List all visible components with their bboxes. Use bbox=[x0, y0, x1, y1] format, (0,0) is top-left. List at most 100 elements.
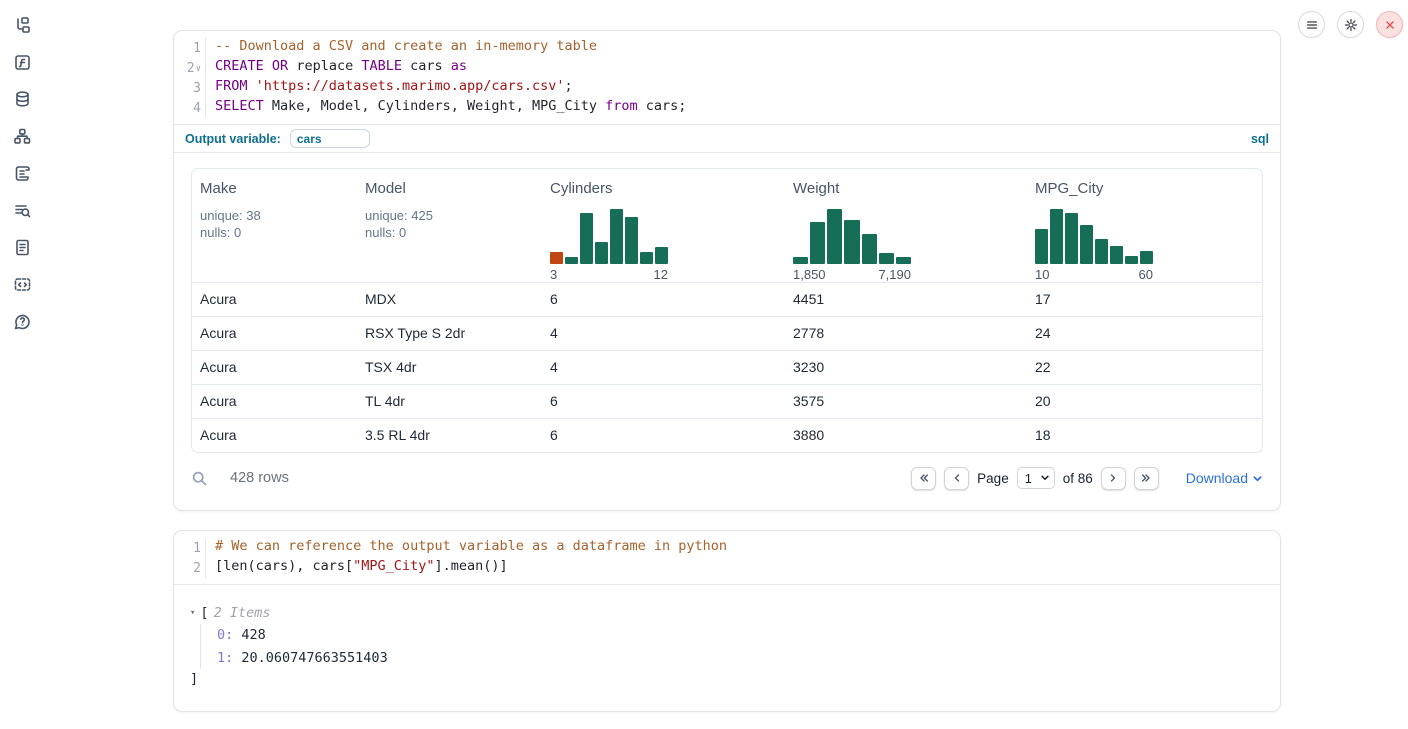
table-cell: 20 bbox=[1027, 385, 1263, 418]
download-label: Download bbox=[1186, 470, 1248, 486]
data-table: Makeunique: 38nulls: 0Modelunique: 425nu… bbox=[191, 168, 1263, 453]
sql-output-area: Makeunique: 38nulls: 0Modelunique: 425nu… bbox=[174, 168, 1280, 496]
histogram-bar bbox=[1080, 225, 1093, 264]
column-header-Make[interactable]: Makeunique: 38nulls: 0 bbox=[192, 169, 357, 282]
sidebar-documentation-icon[interactable] bbox=[12, 237, 32, 257]
next-page-button[interactable] bbox=[1101, 467, 1126, 490]
table-cell: 3230 bbox=[785, 351, 1027, 384]
histogram-bar bbox=[896, 257, 911, 264]
table-cell: Acura bbox=[192, 317, 357, 350]
row-count: 428 rows bbox=[230, 470, 289, 486]
code-line[interactable]: SELECT Make, Model, Cylinders, Weight, M… bbox=[215, 98, 1280, 118]
datasources-icon bbox=[13, 90, 32, 109]
sidebar-file-explorer-icon[interactable] bbox=[12, 15, 32, 35]
table-cell: 2778 bbox=[785, 317, 1027, 350]
last-page-button[interactable] bbox=[1134, 467, 1159, 490]
column-header-Model[interactable]: Modelunique: 425nulls: 0 bbox=[357, 169, 542, 282]
sidebar-scratchpad-icon[interactable] bbox=[12, 163, 32, 183]
output-variable-label: Output variable: bbox=[185, 132, 281, 146]
table-cell: MDX bbox=[357, 283, 542, 316]
sidebar-snippets-icon[interactable] bbox=[12, 274, 32, 294]
chevron-down-icon bbox=[1040, 473, 1050, 483]
sidebar-variables-icon[interactable] bbox=[12, 52, 32, 72]
histogram-bar bbox=[565, 257, 578, 264]
chevrons-right-icon bbox=[1140, 472, 1152, 484]
column-header-Weight[interactable]: Weight1,8507,190 bbox=[785, 169, 1027, 282]
code-token: from bbox=[605, 98, 638, 114]
python-output-area: ▾ [ 2 Items 0: 4281: 20.060747663551403 … bbox=[174, 585, 1280, 689]
settings-button[interactable] bbox=[1337, 11, 1364, 38]
column-header-MPG_City[interactable]: MPG_City1060 bbox=[1027, 169, 1263, 282]
table-row[interactable]: Acura3.5 RL 4dr6388018 bbox=[192, 418, 1262, 452]
table-row[interactable]: AcuraTL 4dr6357520 bbox=[192, 384, 1262, 418]
code-line[interactable]: FROM 'https://datasets.marimo.app/cars.c… bbox=[215, 78, 1280, 98]
table-row[interactable]: AcuraTSX 4dr4323022 bbox=[192, 350, 1262, 384]
histogram-range-labels: 312 bbox=[550, 267, 668, 282]
table-row[interactable]: AcuraRSX Type S 2dr4277824 bbox=[192, 316, 1262, 350]
histogram-bar bbox=[1065, 213, 1078, 264]
prev-page-button[interactable] bbox=[944, 467, 969, 490]
python-cell: 12 # We can reference the output variable… bbox=[173, 530, 1281, 712]
table-header-row: Makeunique: 38nulls: 0Modelunique: 425nu… bbox=[192, 169, 1262, 282]
tree-items-count: 2 Items bbox=[214, 605, 271, 621]
code-token: 'https://datasets.marimo.app/cars.csv' bbox=[256, 78, 565, 94]
table-row[interactable]: AcuraMDX6445117 bbox=[192, 282, 1262, 316]
fold-chevron-icon[interactable]: ∨ bbox=[196, 64, 201, 74]
output-variable-input[interactable] bbox=[290, 129, 370, 148]
dependency-graph-icon bbox=[13, 127, 32, 146]
table-footer: 428 rows Page 1 of 86 bbox=[191, 460, 1263, 496]
collapse-chevron-icon[interactable]: ▾ bbox=[190, 608, 195, 618]
histogram-bar bbox=[827, 209, 842, 264]
table-body: AcuraMDX6445117AcuraRSX Type S 2dr427782… bbox=[192, 282, 1262, 452]
sidebar-dependency-graph-icon[interactable] bbox=[12, 126, 32, 146]
code-token: as bbox=[451, 58, 467, 74]
snippets-icon bbox=[13, 275, 32, 294]
histogram-bar bbox=[610, 209, 623, 264]
line-number: 4 bbox=[193, 98, 201, 118]
python-gutter: 12 bbox=[174, 538, 206, 578]
sql-gutter: 12∨34 bbox=[174, 38, 206, 118]
histogram-bar bbox=[550, 252, 563, 264]
column-histogram[interactable] bbox=[793, 209, 911, 264]
table-cell: 17 bbox=[1027, 283, 1263, 316]
histogram-range-labels: 1060 bbox=[1035, 267, 1153, 282]
chevron-right-icon bbox=[1107, 472, 1119, 484]
table-cell: Acura bbox=[192, 385, 357, 418]
download-button[interactable]: Download bbox=[1186, 470, 1263, 486]
table-cell: 4 bbox=[542, 351, 785, 384]
python-code[interactable]: # We can reference the output variable a… bbox=[206, 538, 1280, 578]
sidebar-datasources-icon[interactable] bbox=[12, 89, 32, 109]
column-name: Cylinders bbox=[550, 180, 777, 197]
search-button[interactable] bbox=[191, 470, 208, 487]
sql-code[interactable]: -- Download a CSV and create an in-memor… bbox=[206, 38, 1280, 118]
histogram-bar bbox=[1125, 256, 1138, 264]
column-header-Cylinders[interactable]: Cylinders 312 bbox=[542, 169, 785, 282]
sidebar-help-icon[interactable] bbox=[12, 311, 32, 331]
line-number: 2∨ bbox=[187, 58, 201, 78]
table-cell: TL 4dr bbox=[357, 385, 542, 418]
table-cell: 6 bbox=[542, 419, 785, 452]
table-cell: Acura bbox=[192, 283, 357, 316]
logs-icon bbox=[13, 201, 32, 220]
page-select[interactable]: 1 bbox=[1017, 467, 1055, 489]
code-line[interactable]: # We can reference the output variable a… bbox=[215, 538, 1280, 558]
language-badge[interactable]: sql bbox=[1251, 132, 1269, 146]
scratchpad-icon bbox=[13, 164, 32, 183]
code-token: CREATE bbox=[215, 58, 264, 74]
table-cell: 6 bbox=[542, 283, 785, 316]
sql-code-editor[interactable]: 12∨34 -- Download a CSV and create an in-… bbox=[174, 31, 1280, 125]
code-line[interactable]: -- Download a CSV and create an in-memor… bbox=[215, 38, 1280, 58]
shutdown-button[interactable] bbox=[1376, 11, 1403, 38]
first-page-button[interactable] bbox=[911, 467, 936, 490]
sidebar-logs-icon[interactable] bbox=[12, 200, 32, 220]
code-token: OR bbox=[272, 58, 288, 74]
column-histogram[interactable] bbox=[550, 209, 668, 264]
code-line[interactable]: CREATE OR replace TABLE cars as bbox=[215, 58, 1280, 78]
python-code-editor[interactable]: 12 # We can reference the output variable… bbox=[174, 531, 1280, 585]
column-name: Make bbox=[200, 180, 349, 197]
file-explorer-icon bbox=[13, 16, 32, 35]
column-histogram[interactable] bbox=[1035, 209, 1153, 264]
histogram-bar bbox=[580, 213, 593, 264]
code-line[interactable]: [len(cars), cars["MPG_City"].mean()] bbox=[215, 558, 1280, 578]
menu-button[interactable] bbox=[1298, 11, 1325, 38]
